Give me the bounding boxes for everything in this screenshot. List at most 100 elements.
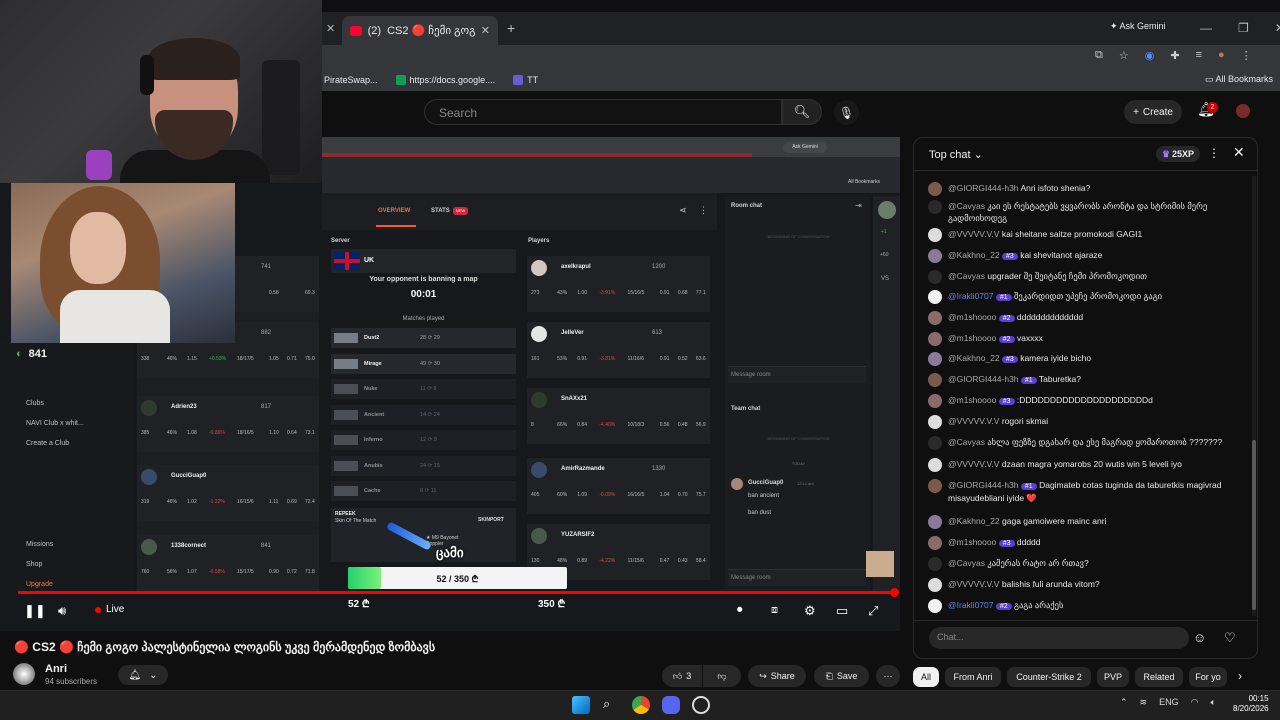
emoji-icon[interactable]: ☺ bbox=[1193, 630, 1206, 645]
chat-author[interactable]: @Cavyas bbox=[948, 558, 985, 568]
chat-author[interactable]: @m1shoooo bbox=[948, 537, 996, 547]
search-input[interactable]: Search bbox=[424, 99, 782, 125]
chat-avatar[interactable] bbox=[928, 536, 942, 550]
chat-message[interactable]: @VVVVV.V.V balishis fuli arunda vitom? bbox=[928, 578, 1246, 592]
chat-message[interactable]: @VVVVV.V.V dzaan magra yomarobs 20 wutis… bbox=[928, 458, 1246, 472]
menu-icon[interactable]: ⋮ bbox=[1241, 49, 1252, 62]
chat-author[interactable]: @Kakhno_22 bbox=[948, 250, 1000, 260]
chat-message[interactable]: @GIORGI444-h3h #1 Dagimateb cotas tugind… bbox=[928, 479, 1246, 504]
taskbar-search-icon[interactable]: ⌕ bbox=[603, 696, 610, 712]
chat-message[interactable]: @Irakli0707 #1 შეკარდიდთ უპეჩე პრომოკოდი… bbox=[928, 290, 1246, 304]
chat-message[interactable]: @Cavyas upgrader შე შეიტანე ჩემი პრომოკო… bbox=[928, 270, 1246, 284]
language-indicator[interactable]: ENG bbox=[1159, 697, 1179, 708]
extension-icon[interactable]: ◉ bbox=[1145, 49, 1155, 62]
chat-input[interactable]: Chat... bbox=[929, 627, 1189, 649]
bookmark-tt[interactable]: TT bbox=[513, 75, 538, 85]
share-button[interactable]: ↪ Share bbox=[748, 665, 806, 687]
chat-author[interactable]: @Kakhno_22 bbox=[948, 516, 1000, 526]
chat-avatar[interactable] bbox=[928, 200, 942, 214]
close-tab-icon[interactable]: ✕ bbox=[326, 22, 335, 35]
chrome-icon[interactable] bbox=[632, 696, 650, 714]
chat-avatar[interactable] bbox=[928, 182, 942, 196]
autoplay-toggle[interactable]: ⏺ bbox=[737, 604, 743, 617]
chip-pvp[interactable]: PVP bbox=[1097, 667, 1129, 687]
fullscreen-icon[interactable]: ⤢ bbox=[868, 603, 878, 619]
chat-author[interactable]: @VVVVV.V.V bbox=[948, 229, 999, 239]
chat-message[interactable]: @Kakhno_22 gaga gamoiwere mainc anri bbox=[928, 515, 1246, 529]
chat-avatar[interactable] bbox=[928, 249, 942, 263]
chat-author[interactable]: @Cavyas bbox=[948, 437, 985, 447]
chat-avatar[interactable] bbox=[928, 373, 942, 387]
bookmark-docs[interactable]: https://docs.google.... bbox=[395, 75, 495, 85]
chat-avatar[interactable] bbox=[928, 515, 942, 529]
network-icon[interactable]: ≋ bbox=[1140, 697, 1148, 708]
subscription-bell-button[interactable]: 🔔︎ ⌄ bbox=[118, 665, 168, 685]
chat-author[interactable]: @VVVVV.V.V bbox=[948, 416, 999, 426]
heart-icon[interactable]: ♡ bbox=[1224, 630, 1236, 646]
chat-message[interactable]: @m1shoooo #3 :DDDDDDDDDDDDDDDDDDDDDd bbox=[928, 394, 1246, 408]
chat-author[interactable]: @Irakli0707 bbox=[948, 600, 993, 610]
chat-avatar[interactable] bbox=[928, 290, 942, 304]
chat-message[interactable]: @VVVVV.V.V kai sheitane saitze promokodi… bbox=[928, 228, 1246, 242]
browser-tab[interactable]: (2) CS2 🔴 ჩემი გოგო პ ✕ bbox=[342, 16, 498, 45]
tray-chevron-icon[interactable]: ⌃ bbox=[1120, 697, 1128, 708]
chat-author[interactable]: @GIORGI444-h3h bbox=[948, 480, 1019, 490]
chat-scroll-thumb[interactable] bbox=[1252, 440, 1256, 610]
chat-avatar[interactable] bbox=[928, 311, 942, 325]
more-actions-button[interactable]: ⋯ bbox=[876, 665, 900, 687]
live-indicator[interactable]: Live bbox=[95, 604, 124, 615]
dislike-button[interactable]: 👎︎ bbox=[703, 665, 741, 687]
chat-avatar[interactable] bbox=[928, 599, 942, 613]
chat-avatar[interactable] bbox=[928, 557, 942, 571]
chat-avatar[interactable] bbox=[928, 458, 942, 472]
chat-author[interactable]: @GIORGI444-h3h bbox=[948, 183, 1019, 193]
profile-icon[interactable]: ● bbox=[1218, 49, 1225, 62]
chat-avatar[interactable] bbox=[928, 578, 942, 592]
chip-next-icon[interactable]: › bbox=[1238, 669, 1242, 683]
chat-menu-icon[interactable]: ⋮ bbox=[1208, 146, 1220, 160]
pause-icon[interactable]: ❚❚ bbox=[24, 603, 46, 619]
chat-message[interactable]: @Kakhno_22 #3 kamera iyide bicho bbox=[928, 352, 1246, 366]
chat-message[interactable]: @m1shoooo #2 dddddddddddddd bbox=[928, 311, 1246, 325]
bookmark-pirateswap[interactable]: PirateSwap... bbox=[324, 75, 378, 85]
seek-handle[interactable] bbox=[890, 588, 899, 597]
discord-icon[interactable] bbox=[662, 696, 680, 714]
all-bookmarks[interactable]: ▭ All Bookmarks bbox=[1205, 74, 1273, 85]
chip-counter-strike[interactable]: Counter-Strike 2 bbox=[1007, 667, 1091, 687]
chat-author[interactable]: @Cavyas bbox=[948, 201, 985, 211]
cast-icon[interactable]: ⧉ bbox=[1095, 49, 1103, 62]
chat-avatar[interactable] bbox=[928, 415, 942, 429]
seek-bar[interactable] bbox=[18, 591, 896, 594]
sound-icon[interactable]: 🔈︎ bbox=[1210, 697, 1215, 708]
chat-avatar[interactable] bbox=[928, 436, 942, 450]
save-button[interactable]: ⎗ Save bbox=[814, 665, 869, 687]
chat-message[interactable]: @Cavyas კაი ეს რესტატებს ვყვარობს არონტა… bbox=[928, 200, 1246, 224]
xp-badge[interactable]: ♛ 25XP bbox=[1156, 146, 1200, 162]
voice-search-button[interactable]: 🎙︎ bbox=[834, 100, 859, 125]
ask-gemini-button[interactable]: ✦ Ask Gemini bbox=[1110, 21, 1166, 32]
chat-avatar[interactable] bbox=[928, 479, 942, 493]
chat-author[interactable]: @Kakhno_22 bbox=[948, 353, 1000, 363]
tab-close-icon[interactable]: ✕ bbox=[481, 24, 490, 37]
chat-avatar[interactable] bbox=[928, 332, 942, 346]
chat-avatar[interactable] bbox=[928, 270, 942, 284]
chat-message[interactable]: @m1shoooo #3 ddddd bbox=[928, 536, 1246, 550]
chat-author[interactable]: @VVVVV.V.V bbox=[948, 579, 999, 589]
new-tab-icon[interactable]: + bbox=[507, 20, 515, 36]
chip-for-you[interactable]: For yo bbox=[1189, 667, 1227, 687]
volume-icon[interactable]: 🔊︎ bbox=[58, 603, 66, 619]
chat-author[interactable]: @m1shoooo bbox=[948, 312, 996, 322]
star-icon[interactable]: ☆ bbox=[1119, 49, 1129, 62]
steam-icon[interactable] bbox=[692, 696, 710, 714]
window-close-icon[interactable]: ✕ bbox=[1275, 21, 1280, 35]
chat-author[interactable]: @m1shoooo bbox=[948, 395, 996, 405]
settings-icon[interactable]: ⚙ bbox=[804, 603, 816, 619]
chat-message[interactable]: @m1shoooo #2 vaxxxx bbox=[928, 332, 1246, 346]
chat-author[interactable]: @Cavyas bbox=[948, 271, 985, 281]
chat-author[interactable]: @m1shoooo bbox=[948, 333, 996, 343]
like-button[interactable]: 👍︎ 3 bbox=[662, 665, 702, 687]
chat-mode-dropdown[interactable]: Top chat ⌄ bbox=[929, 148, 983, 161]
wifi-icon[interactable]: ◠ bbox=[1191, 697, 1199, 708]
chat-avatar[interactable] bbox=[928, 394, 942, 408]
chat-avatar[interactable] bbox=[928, 228, 942, 242]
